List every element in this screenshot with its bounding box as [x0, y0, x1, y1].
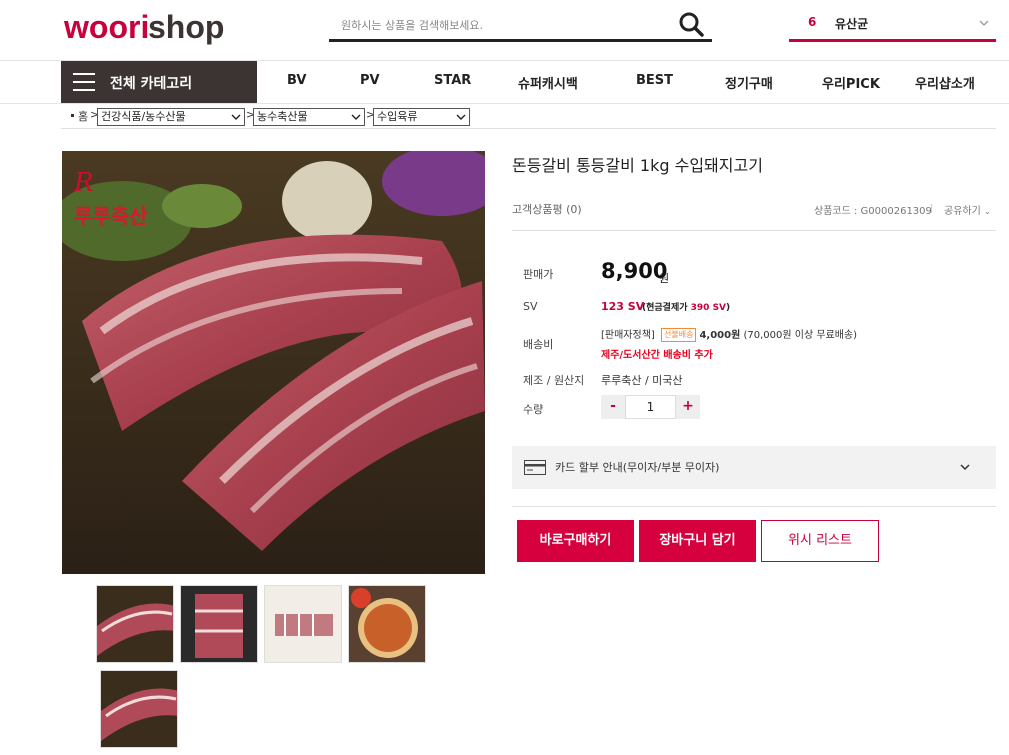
nav-item-woori-pick[interactable]: 우리PICK [822, 73, 880, 92]
shipping-condition: (70,000원 이상 무료배송) [743, 330, 858, 341]
price-value: 8,900 [601, 259, 668, 283]
search-icon[interactable] [678, 11, 704, 37]
breadcrumb-bullet [71, 114, 74, 117]
nav-item-star[interactable]: STAR [434, 73, 471, 88]
product-thumbnail[interactable] [180, 585, 258, 663]
breadcrumb-level3-value: 수입육류 [377, 110, 418, 123]
caret-down-icon [456, 114, 466, 120]
breadcrumb-level2-value: 농수축산물 [257, 110, 308, 123]
code-divider [931, 204, 932, 213]
origin-label: 제조 / 원산지 [523, 374, 585, 387]
shipping-info: [판매자정책] 선불배송 4,000원 (70,000원 이상 무료배송) [601, 326, 857, 342]
sv-label: SV [523, 300, 538, 313]
quantity-increase-button[interactable]: + [676, 395, 700, 419]
quantity-decrease-button[interactable]: - [601, 395, 625, 419]
quantity-input[interactable] [625, 395, 676, 419]
cart-count: 6 [808, 15, 817, 29]
wishlist-button[interactable]: 위시 리스트 [761, 520, 879, 562]
nav-divider [0, 103, 1009, 104]
svg-text:shop: shop [148, 9, 224, 45]
breadcrumb-select-level1[interactable]: 건강식품/농수산물 [97, 108, 245, 126]
breadcrumb-home[interactable]: 홈 [78, 108, 88, 128]
woorishop-logo[interactable]: woori shop [63, 6, 239, 52]
price-label: 판매가 [523, 268, 554, 281]
product-code: 상품코드 : G0000261309 [814, 206, 932, 217]
shipping-label: 배송비 [523, 338, 554, 351]
caret-down-icon [231, 114, 241, 120]
cart-dropdown[interactable]: 6 유산균 [789, 8, 996, 42]
prepaid-badge: 선불배송 [661, 328, 697, 342]
sv-cash-value: 390 SV [690, 303, 727, 313]
nav-item-supercashback[interactable]: 슈퍼캐시백 [518, 73, 578, 92]
sv-cash-note: (현금결제가 390 SV) [642, 300, 730, 313]
buy-now-button[interactable]: 바로구매하기 [517, 520, 634, 562]
share-button[interactable]: 공유하기 ⌄ [944, 202, 991, 217]
search-bar [329, 8, 712, 42]
share-label: 공유하기 [944, 206, 981, 217]
chevron-down-icon: ⌄ [984, 207, 991, 216]
card-installment-toggle[interactable]: 카드 할부 안내(무이자/부분 무이자) [512, 446, 996, 489]
nav-item-bv[interactable]: BV [287, 73, 306, 88]
search-input[interactable] [341, 15, 661, 35]
price-unit: 원 [659, 272, 670, 285]
brand-watermark: 루루축산 [74, 204, 148, 228]
cart-label: 유산균 [835, 17, 869, 31]
sv-cash-suffix: ) [726, 303, 731, 313]
all-categories-label: 전체 카테고리 [110, 76, 193, 92]
nav-item-best[interactable]: BEST [636, 73, 673, 88]
info-divider [512, 230, 996, 231]
shipping-policy: [판매자정책] [601, 330, 655, 341]
credit-card-icon [524, 460, 546, 475]
all-categories-button[interactable]: 전체 카테고리 [61, 61, 257, 103]
nav-item-pv[interactable]: PV [360, 73, 380, 88]
nav-item-subscription[interactable]: 정기구매 [725, 73, 773, 92]
nav-item-about[interactable]: 우리샵소개 [915, 73, 975, 92]
product-thumbnail[interactable] [264, 585, 342, 663]
product-main-image[interactable]: R 루루축산 [62, 151, 485, 574]
chevron-down-icon [960, 464, 970, 471]
review-link[interactable]: 고객상품평 (0) [512, 201, 582, 217]
breadcrumb-divider [61, 128, 996, 129]
svg-text:woori: woori [64, 9, 149, 45]
sv-cash-prefix: (현금결제가 [642, 303, 691, 313]
hamburger-icon [73, 73, 95, 91]
origin-value: 루루축산 / 미국산 [601, 374, 683, 387]
shipping-fee: 4,000원 [699, 330, 741, 341]
product-thumbnail[interactable] [96, 585, 174, 663]
svg-text:R: R [73, 168, 94, 198]
breadcrumb-level1-value: 건강식품/농수산물 [101, 110, 186, 123]
sv-value: 123 SV [601, 300, 645, 313]
product-thumbnail[interactable] [100, 670, 178, 748]
breadcrumb-select-level3[interactable]: 수입육류 [373, 108, 470, 126]
product-title: 돈등갈비 통등갈비 1kg 수입돼지고기 [512, 156, 763, 175]
add-to-cart-button[interactable]: 장바구니 담기 [639, 520, 756, 562]
caret-down-icon [351, 114, 361, 120]
shipping-extra-note: 제주/도서산간 배송비 추가 [601, 350, 713, 361]
breadcrumb-select-level2[interactable]: 농수축산물 [253, 108, 365, 126]
quantity-label: 수량 [523, 403, 544, 416]
chevron-down-icon [979, 20, 989, 26]
card-installment-label: 카드 할부 안내(무이자/부분 무이자) [555, 461, 720, 474]
action-divider [512, 506, 996, 507]
product-thumbnail[interactable] [348, 585, 426, 663]
